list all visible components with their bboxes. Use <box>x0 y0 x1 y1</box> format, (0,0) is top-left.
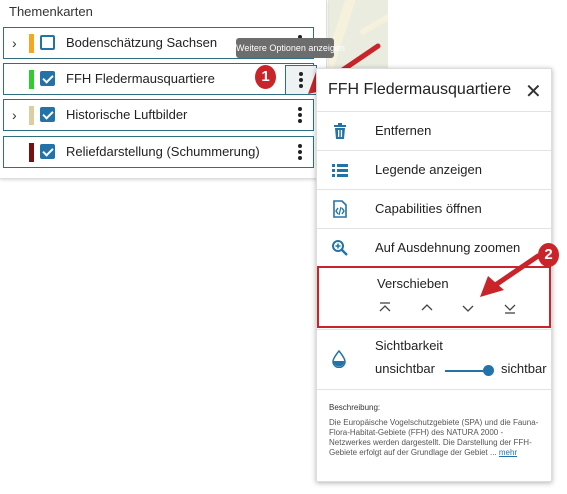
zoom-in-icon <box>332 240 348 256</box>
menu-item-label: Legende anzeigen <box>375 162 482 177</box>
visibility-on-label: sichtbar <box>501 361 547 376</box>
visibility-section: Sichtbarkeit unsichtbar sichtbar <box>317 329 551 389</box>
list-icon <box>332 164 348 177</box>
layer-label: Bodenschätzung Sachsen <box>66 35 218 50</box>
more-options-icon[interactable] <box>290 105 310 125</box>
move-label: Verschieben <box>377 276 449 291</box>
opacity-drop-icon <box>332 350 346 368</box>
layer-color-indicator <box>29 70 34 89</box>
description-title: Beschreibung: <box>329 403 381 412</box>
menu-item-remove[interactable]: Entfernen <box>317 111 551 150</box>
annotation-badge-1: 1 <box>255 65 276 89</box>
layer-label: FFH Fledermausquartiere <box>66 71 215 86</box>
panel-title: Themenkarten <box>9 4 93 19</box>
layer-checkbox[interactable] <box>40 35 55 50</box>
layer-checkbox[interactable] <box>40 107 55 122</box>
description-more-link[interactable]: mehr <box>499 448 517 457</box>
layer-label: Historische Luftbilder <box>66 107 188 122</box>
menu-item-label: Entfernen <box>375 123 432 138</box>
layer-row-relief[interactable]: Reliefdarstellung (Schummerung) <box>3 136 314 168</box>
layer-row-luftbilder[interactable]: › Historische Luftbilder <box>3 99 314 131</box>
move-up-icon[interactable] <box>419 300 435 316</box>
description-text: Die Europäische Vogelschutzgebiete (SPA)… <box>329 418 543 458</box>
description-section: Beschreibung: Die Europäische Vogelschut… <box>317 389 551 483</box>
menu-item-legend[interactable]: Legende anzeigen <box>317 150 551 189</box>
more-options-icon[interactable] <box>290 142 310 162</box>
close-icon[interactable]: ✕ <box>525 79 542 104</box>
chevron-right-icon[interactable]: › <box>12 35 17 51</box>
menu-item-capabilities[interactable]: Capabilities öffnen <box>317 189 551 228</box>
move-top-icon[interactable] <box>377 300 393 316</box>
visibility-title: Sichtbarkeit <box>375 338 443 353</box>
layer-label: Reliefdarstellung (Schummerung) <box>66 144 260 159</box>
layer-color-indicator <box>29 143 34 162</box>
move-bottom-icon[interactable] <box>502 300 518 316</box>
layer-color-indicator <box>29 34 34 53</box>
visibility-slider-handle[interactable] <box>483 365 494 376</box>
layer-checkbox[interactable] <box>40 144 55 159</box>
themenkarten-panel: Themenkarten › Bodenschätzung Sachsen FF… <box>0 0 327 179</box>
trash-icon <box>334 123 346 139</box>
menu-item-label: Capabilities öffnen <box>375 201 482 216</box>
code-file-icon <box>333 200 347 218</box>
layer-checkbox[interactable] <box>40 71 55 86</box>
visibility-off-label: unsichtbar <box>375 361 435 376</box>
move-down-icon[interactable] <box>460 300 476 316</box>
annotation-arrow-2 <box>480 253 541 297</box>
chevron-right-icon[interactable]: › <box>12 107 17 123</box>
menu-title: FFH Fledermausquartiere <box>328 81 512 98</box>
layer-color-indicator <box>29 106 34 125</box>
